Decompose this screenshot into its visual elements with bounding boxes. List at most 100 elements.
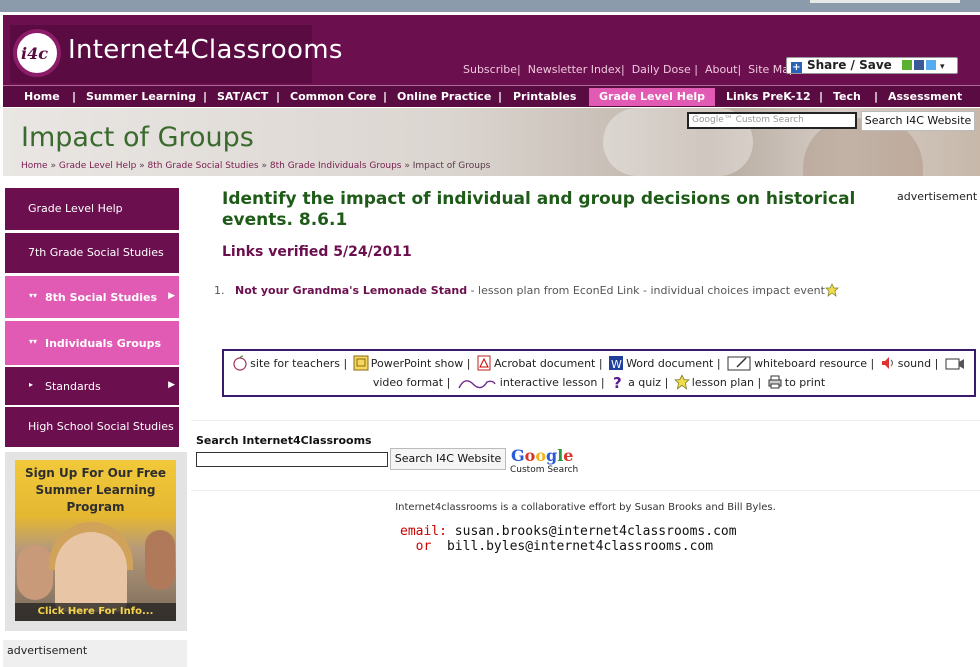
sidebar-item-individuals-groups[interactable]: ▾▾ Individuals Groups [5,321,179,365]
sidebar-item-label: Standards [45,380,101,393]
top-links: Subscribe| Newsletter Index| Daily Dose … [463,63,796,76]
chevron-down-icon: ▾ [939,62,945,72]
list-item: 1. Not your Grandma's Lemonade Stand - le… [214,283,839,297]
sidebar-item-label: 7th Grade Social Studies [28,246,164,259]
site-name: Internet4Classrooms [68,35,343,65]
breadcrumb-individuals-groups[interactable]: 8th Grade Individuals Groups [270,161,402,171]
promo-cta[interactable]: Click Here For Info... [15,603,176,621]
promo-image: Sign Up For Our Free Summer Learning Pro… [15,460,176,621]
top-link-sep: | [737,63,749,76]
google-custom-search-label: Custom Search [510,465,579,475]
sidebar-advertisement: advertisement [3,640,187,667]
email-susan[interactable]: susan.brooks@internet4classrooms.com [455,524,737,539]
share-plus-icon: + [791,62,802,73]
top-link-subscribe[interactable]: Subscribe [463,63,517,76]
summer-learning-promo[interactable]: Sign Up For Our Free Summer Learning Pro… [5,452,187,631]
promo-student-right [145,530,175,590]
legend-label: sound [897,357,932,370]
promo-student-center [55,532,127,612]
sidebar-item-label: Grade Level Help [28,202,123,215]
sidebar-item-label: 8th Social Studies [45,291,158,304]
nav-home[interactable]: Home [24,88,60,106]
top-strip-box [810,0,960,3]
nav-grade-level-help[interactable]: Grade Level Help [589,88,716,106]
quiz-icon: ? [613,374,622,390]
browser-top-strip [0,0,980,12]
or-label: or [415,539,432,554]
sidebar-item-high-school-social-studies[interactable]: High School Social Studies [5,407,179,447]
breadcrumb-8th-social-studies[interactable]: 8th Grade Social Studies [148,161,259,171]
promo-text: Sign Up For Our Free Summer Learning Pro… [24,466,167,514]
top-link-daily-dose[interactable]: Daily Dose [632,63,691,76]
search-input[interactable] [196,452,388,467]
facebook-icon [913,60,924,70]
breadcrumb-sep: » [139,161,145,171]
top-search-button[interactable]: Search I4C Website [861,111,975,131]
list-item-number: 1. [214,284,225,297]
nav-printables[interactable]: Printables [513,88,576,106]
site-header: i4c Internet4Classrooms Subscribe | Newsl… [3,15,980,85]
footer-note: Internet4classrooms is a collaborative e… [395,502,776,513]
nav-tech[interactable]: Tech [833,88,861,106]
sidebar-item-8th-social-studies[interactable]: ▾▾ 8th Social Studies ▶ [5,276,179,318]
top-link-about[interactable]: About [705,63,738,76]
legend-row-1: site for teachers | PowerPoint show | Ac… [224,354,974,373]
nav-sep: | [874,90,879,103]
logo-mark-text: i4c [21,44,48,63]
word-icon: W [609,356,624,371]
whiteboard-icon [727,356,751,371]
search-button[interactable]: Search I4C Website [390,448,506,470]
top-search-input[interactable]: Google™ Custom Search [687,112,857,129]
icon-legend: site for teachers | PowerPoint show | Ac… [222,349,976,397]
breadcrumb-current: Impact of Groups [412,161,491,171]
nav-sat-act[interactable]: SAT/ACT [217,88,268,106]
divider [191,490,980,491]
top-link-newsletter[interactable]: Newsletter Index [528,63,621,76]
legend-label: interactive lesson [499,376,598,389]
logo-mark-icon: i4c [13,29,61,77]
email-bill[interactable]: bill.byles@internet4classrooms.com [447,539,713,554]
sidebar-item-label: High School Social Studies [28,420,174,433]
nav-sep: | [819,90,824,103]
acrobat-icon [477,355,491,371]
breadcrumb-sep: » [50,161,56,171]
legend-label: to print [784,376,826,389]
breadcrumb: Home » Grade Level Help » 8th Grade Soci… [21,161,490,171]
right-advertisement: advertisement [897,190,978,203]
lesson-plan-icon [673,374,690,390]
sound-icon [881,357,893,369]
page-banner: Impact of Groups Home » Grade Level Help… [3,108,980,176]
powerpoint-icon [353,355,369,371]
sidebar-item-standards[interactable]: ▸ Standards ▶ [5,367,179,405]
print-icon [768,375,782,389]
email-label: email: [400,524,447,539]
nav-summer-learning[interactable]: Summer Learning [86,88,196,106]
triangle-down-icon: ▾▾ [29,291,38,300]
lesson-heading: Identify the impact of individual and gr… [222,189,856,230]
nav-links-prek-12[interactable]: Links PreK-12 [726,88,811,106]
google-logo: Google [511,446,574,465]
legend-label: video format [372,376,444,389]
video-icon [945,358,964,370]
nav-sep: | [276,90,281,103]
breadcrumb-home[interactable]: Home [21,161,48,171]
nav-common-core[interactable]: Common Core [290,88,376,106]
nav-sep: | [498,90,503,103]
nav-sep: | [383,90,388,103]
site-logo[interactable]: i4c Internet4Classrooms [10,25,342,83]
legend-label: a quiz [628,376,662,389]
promo-student-left [17,545,53,600]
breadcrumb-grade-level-help[interactable]: Grade Level Help [59,161,136,171]
breadcrumb-sep: » [261,161,267,171]
sidebar-item-grade-level-help[interactable]: Grade Level Help [5,188,179,230]
nav-assessment[interactable]: Assessment [888,88,962,106]
links-verified: Links verified 5/24/2011 [222,244,412,260]
share-save-button[interactable]: + Share / Save ▾ [786,57,958,74]
resource-link[interactable]: Not your Grandma's Lemonade Stand [235,284,467,297]
sidebar-item-7th-social-studies[interactable]: 7th Grade Social Studies [5,233,179,273]
twitter-icon [925,60,936,70]
nav-online-practice[interactable]: Online Practice [397,88,491,106]
nav-sep: | [203,90,208,103]
divider [191,420,980,421]
share-green-icon [901,60,912,70]
